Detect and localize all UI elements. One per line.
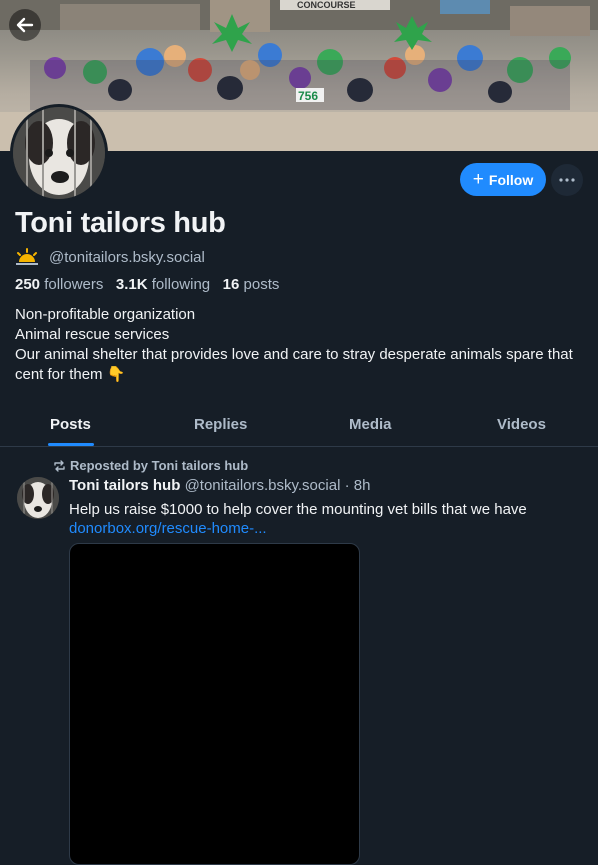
followers-label: followers (44, 276, 104, 293)
dog-photo (17, 477, 59, 519)
post-link[interactable]: donorbox.org/rescue-home-... (69, 520, 267, 537)
profile-stats: 250 followers 3.1K following 16 posts (15, 276, 279, 293)
plus-icon: + (472, 169, 484, 190)
post-header: Toni tailors hub @tonitailors.bsky.socia… (69, 477, 370, 494)
handle-row: @tonitailors.bsky.social (15, 248, 205, 266)
follow-label: Follow (488, 171, 534, 188)
profile-avatar[interactable] (10, 104, 108, 202)
sunrise-icon (16, 248, 38, 265)
back-button[interactable] (9, 9, 41, 41)
follow-button[interactable]: + Follow (460, 163, 546, 196)
followers-count: 250 (15, 276, 41, 293)
followers-stat[interactable]: 250 followers (15, 276, 103, 293)
bio-line: Animal rescue services (15, 326, 170, 343)
bio-line: Our animal shelter that provides love an… (15, 346, 573, 383)
profile-tabs: Posts Replies Media Videos (0, 406, 598, 447)
ellipsis-icon (559, 178, 575, 182)
tab-media[interactable]: Media (349, 416, 392, 433)
following-count: 3.1K (115, 276, 148, 293)
post-author-name[interactable]: Toni tailors hub (69, 477, 180, 494)
dog-photo (13, 107, 105, 199)
posts-stat: 16 posts (223, 276, 280, 293)
posts-label: posts (243, 276, 280, 293)
more-options-button[interactable] (551, 164, 583, 196)
post-text: Help us raise $1000 to help cover the mo… (69, 501, 527, 518)
post-meta[interactable]: @tonitailors.bsky.social · 8h (185, 477, 371, 494)
profile-display-name: Toni tailors hub (15, 207, 226, 239)
arrow-left-icon (16, 17, 34, 33)
repost-indicator[interactable]: Reposted by Toni tailors hub (53, 458, 248, 473)
post-media[interactable] (69, 543, 360, 865)
active-tab-indicator (48, 443, 94, 446)
profile-handle: @tonitailors.bsky.social (49, 248, 205, 266)
posts-count: 16 (222, 276, 240, 293)
repost-icon (54, 459, 65, 472)
profile-bio: Non-profitable organization Animal rescu… (15, 305, 585, 385)
banner-sign-text: CONCOURSE (297, 0, 356, 10)
bio-line: Non-profitable organization (15, 306, 196, 323)
post-author-avatar[interactable] (17, 477, 59, 519)
tab-videos[interactable]: Videos (497, 416, 546, 433)
following-stat[interactable]: 3.1K following (116, 276, 210, 293)
repost-label: Reposted by Toni tailors hub (70, 458, 249, 473)
banner-number-sign: 756 (298, 89, 318, 103)
following-label: following (151, 276, 211, 293)
tab-replies[interactable]: Replies (194, 416, 247, 433)
tab-posts[interactable]: Posts (50, 416, 91, 433)
